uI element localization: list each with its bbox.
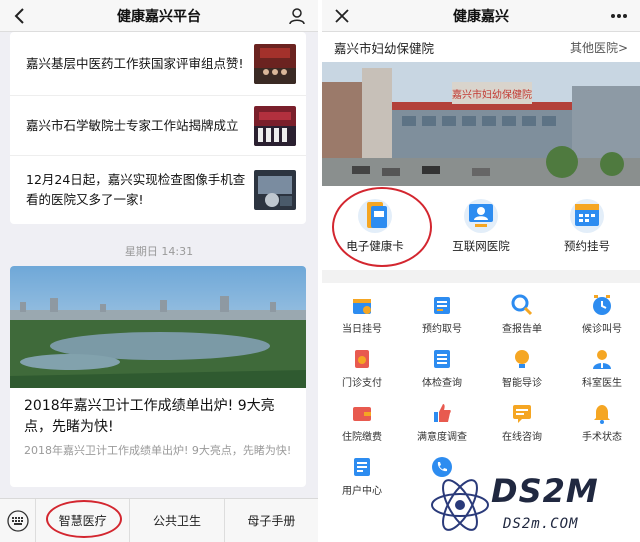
quick-label: 预约挂号 (564, 239, 610, 253)
quick-services: 电子健康卡 互联网医院 预约挂号 (322, 186, 640, 270)
news-card: 嘉兴基层中医药工作获国家评审组点赞! 嘉兴市石学敏院士专家工作站揭牌成立 12月… (10, 32, 306, 224)
right-screen: 健康嘉兴 嘉兴市妇幼保健院 其他医院> 嘉兴市妇幼保健院 电子健康卡 互联网医院 (322, 0, 640, 542)
news-item[interactable]: 12月24日起，嘉兴实现检查图像手机查看的医院又多了一家! (10, 156, 306, 224)
grid-label: 预约取号 (422, 324, 462, 335)
grid-item-satisfaction-survey[interactable]: 满意度调查 (402, 401, 482, 443)
more-icon[interactable] (608, 6, 630, 26)
grid-label: 智能导诊 (502, 378, 542, 389)
consult-icon (513, 405, 531, 423)
grid-label: 门诊支付 (342, 378, 382, 389)
tab-label: 母子手册 (247, 514, 296, 528)
grid-item-smart-guide[interactable]: 智能导诊 (482, 347, 562, 389)
grid-item-queue[interactable]: 候诊叫号 (562, 293, 640, 335)
quick-item-internet-hospital[interactable]: 互联网医院 (428, 186, 534, 270)
grid-item-surgery-status[interactable]: 手术状态 (562, 401, 640, 443)
news-item[interactable]: 嘉兴基层中医药工作获国家评审组点赞! (10, 32, 306, 96)
search-report-icon (511, 294, 533, 316)
payment-icon (355, 350, 369, 368)
article-hero-image (10, 266, 306, 388)
keyboard-icon[interactable] (0, 498, 36, 542)
other-hospitals-link[interactable]: 其他医院> (570, 39, 628, 56)
wallet-icon (353, 407, 371, 421)
appointment-icon (570, 199, 604, 233)
grid-item-doctor[interactable]: 科室医生 (562, 347, 640, 389)
grid-label: 候诊叫号 (582, 324, 622, 335)
grid-item-checkup[interactable]: 体检查询 (402, 347, 482, 389)
news-title: 嘉兴市石学敏院士专家工作站揭牌成立 (26, 117, 239, 133)
checkup-icon (434, 350, 450, 368)
tab-label: 智慧医疗 (58, 514, 107, 528)
watermark: DS2M DS2m.COM (429, 472, 634, 538)
grid-label: 满意度调查 (417, 432, 467, 443)
doctor-icon (593, 350, 611, 369)
queue-clock-icon (593, 295, 611, 315)
grid-item-inpatient-payment[interactable]: 住院缴费 (322, 401, 402, 443)
grid-label: 科室医生 (582, 378, 622, 389)
health-card-icon (358, 199, 392, 233)
grid-label: 住院缴费 (342, 432, 382, 443)
left-navbar: 健康嘉兴平台 (0, 0, 318, 32)
menu-bar: 智慧医疗 公共卫生 母子手册 (0, 498, 318, 542)
news-title: 嘉兴基层中医药工作获国家评审组点赞! (26, 55, 244, 71)
quick-item-health-card[interactable]: 电子健康卡 (322, 186, 428, 270)
left-screen: 健康嘉兴平台 嘉兴基层中医药工作获国家评审组点赞! 嘉兴市石学敏院士专家工作站揭… (0, 0, 318, 542)
person-icon[interactable] (286, 6, 308, 26)
grid-item-online-consult[interactable]: 在线咨询 (482, 401, 562, 443)
grid-item-appointment-number[interactable]: 预约取号 (402, 293, 482, 335)
news-item[interactable]: 嘉兴市石学敏院士专家工作站揭牌成立 (10, 96, 306, 156)
grid-item-same-day-register[interactable]: 当日挂号 (322, 293, 402, 335)
page-title: 健康嘉兴 (453, 8, 509, 25)
hospital-banner-image: 嘉兴市妇幼保健院 (322, 62, 640, 186)
grid-label: 当日挂号 (342, 324, 382, 335)
smart-guide-icon (515, 350, 529, 368)
article-title: 2018年嘉兴卫计工作成绩单出炉! 9大亮点，先睹为快! (24, 398, 275, 435)
quick-label: 电子健康卡 (346, 239, 404, 253)
tab-mother-child-handbook[interactable]: 母子手册 (225, 499, 318, 542)
grid-label: 体检查询 (422, 378, 462, 389)
user-center-icon (354, 458, 370, 476)
tab-public-health[interactable]: 公共卫生 (130, 498, 225, 542)
news-thumbnail (254, 43, 296, 84)
grid-label: 手术状态 (582, 432, 622, 443)
tab-label: 公共卫生 (152, 514, 201, 528)
hospital-name: 嘉兴市妇幼保健院 (334, 40, 435, 56)
grid-item-payment[interactable]: 门诊支付 (322, 347, 402, 389)
bell-icon (594, 405, 610, 424)
message-timestamp: 星期日 14:31 (124, 245, 194, 258)
quick-label: 互联网医院 (452, 239, 510, 253)
page-title: 健康嘉兴平台 (117, 8, 201, 25)
grid-item-user-center[interactable]: 用户中心 (322, 455, 402, 497)
article-summary: 2018年嘉兴卫计工作成绩单出炉! 9大亮点，先睹为快! (24, 444, 292, 457)
grid-label: 在线咨询 (502, 432, 542, 443)
hospital-bar: 嘉兴市妇幼保健院 其他医院> (322, 32, 640, 62)
quick-item-appointment[interactable]: 预约挂号 (534, 186, 640, 270)
appointment-number-icon (434, 297, 450, 314)
watermark-text: DS2M (491, 472, 599, 510)
news-thumbnail (254, 105, 296, 146)
grid-label: 查报告单 (502, 324, 542, 335)
internet-hospital-icon (464, 199, 498, 233)
chevron-left-icon[interactable] (10, 6, 30, 26)
grid-label: 用户中心 (342, 486, 382, 497)
news-title: 12月24日起，嘉兴实现检查图像手机查看的医院又多了一家! (26, 172, 246, 207)
news-thumbnail (254, 170, 296, 210)
tab-smart-medical[interactable]: 智慧医疗 (36, 498, 131, 542)
thumbs-up-icon (434, 404, 451, 422)
same-day-register-icon (353, 299, 371, 314)
article-card[interactable]: 2018年嘉兴卫计工作成绩单出炉! 9大亮点，先睹为快! 2018年嘉兴卫计工作… (10, 266, 306, 487)
watermark-subtext: DS2m.COM (503, 516, 579, 532)
grid-item-search-report[interactable]: 查报告单 (482, 293, 562, 335)
atom-logo-icon (431, 479, 489, 531)
banner-sign: 嘉兴市妇幼保健院 (452, 88, 532, 101)
close-icon[interactable] (332, 6, 352, 26)
right-navbar: 健康嘉兴 (322, 0, 640, 32)
